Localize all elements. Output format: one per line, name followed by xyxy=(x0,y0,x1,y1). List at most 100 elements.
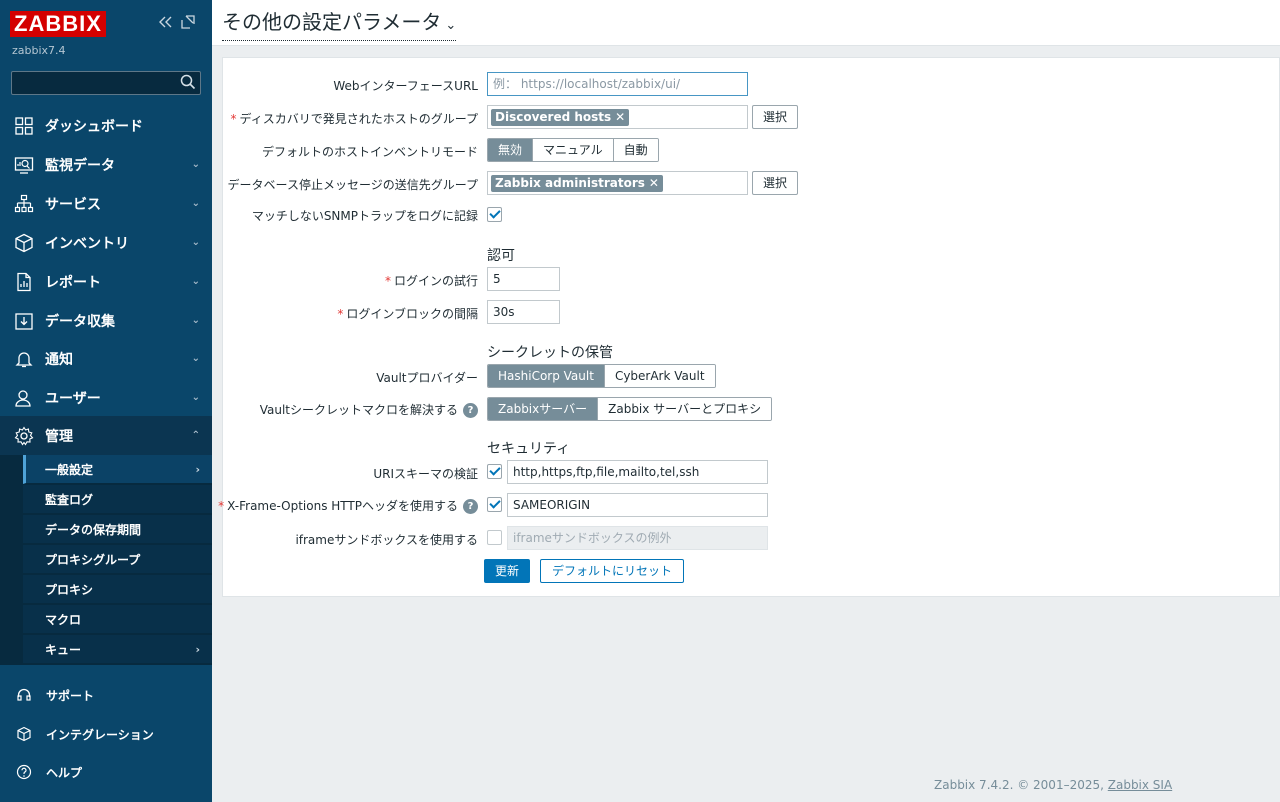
close-icon[interactable]: ✕ xyxy=(649,176,659,190)
footer-text: Zabbix 7.4.2. © 2001–2025, xyxy=(934,778,1108,792)
db-alert-group-select-button[interactable]: 選択 xyxy=(752,171,799,195)
submenu-macros[interactable]: マクロ xyxy=(23,605,212,634)
login-block-label: * ログインブロックの間隔 xyxy=(337,307,478,321)
vault-macro-server[interactable]: Zabbixサーバー xyxy=(488,398,598,420)
vault-provider-label: Vaultプロバイダー xyxy=(376,371,478,385)
headset-icon xyxy=(16,687,32,703)
submenu-housekeeping[interactable]: データの保存期間 xyxy=(23,515,212,544)
login-block-input[interactable]: 30s xyxy=(487,300,560,324)
uri-check-label: URIスキーマの検証 xyxy=(373,467,478,481)
vault-macro-label: Vaultシークレットマクロを解決する? xyxy=(260,401,478,418)
secret-section-title: シークレットの保管 xyxy=(487,345,613,361)
users-icon xyxy=(14,388,34,408)
menu-data-collection[interactable]: データ収集 ⌄ xyxy=(0,301,212,340)
uri-schemes-input[interactable]: http,https,ftp,file,mailto,tel,ssh xyxy=(507,460,768,484)
db-alert-group-label: データベース停止メッセージの送信先グループ xyxy=(227,178,478,192)
iframe-sandbox-checkbox[interactable] xyxy=(487,530,502,545)
iframe-sandbox-input[interactable]: iframeサンドボックスの例外 xyxy=(507,526,768,550)
update-button[interactable]: 更新 xyxy=(484,559,531,583)
discovery-group-select-button[interactable]: 選択 xyxy=(752,105,799,129)
inventory-mode-manual[interactable]: マニュアル xyxy=(532,139,613,161)
settings-form: WebインターフェースURL 例： https://localhost/zabb… xyxy=(218,57,1280,597)
auth-section-title: 認可 xyxy=(487,248,515,264)
discovery-group-label: * ディスカバリで発見されたホストのグループ xyxy=(230,112,478,126)
menu-help[interactable]: ヘルプ xyxy=(0,754,212,790)
footer: Zabbix 7.4.2. © 2001–2025, Zabbix SIA xyxy=(934,778,1172,792)
data-collection-icon xyxy=(14,311,34,331)
db-alert-group-multiselect[interactable]: Zabbix administrators ✕ xyxy=(487,171,748,195)
menu-label: 通知 xyxy=(45,351,73,368)
chevron-right-icon: › xyxy=(195,463,200,476)
inventory-mode-toggle: 無効 マニュアル 自動 xyxy=(487,138,659,162)
zabbix-sia-link[interactable]: Zabbix SIA xyxy=(1108,778,1172,792)
group-chip: Zabbix administrators ✕ xyxy=(491,175,663,192)
chevron-down-icon: ⌄ xyxy=(191,315,200,326)
submenu-proxies[interactable]: プロキシ xyxy=(23,575,212,604)
help-icon[interactable]: ? xyxy=(463,403,478,418)
security-section-title: セキュリティ xyxy=(487,441,571,457)
menu-label: レポート xyxy=(45,274,101,291)
zabbix-logo[interactable]: ZABBIX xyxy=(10,11,106,37)
chevron-down-icon: ⌄ xyxy=(191,276,200,287)
gear-icon xyxy=(14,425,34,446)
submenu-queue[interactable]: キュー › xyxy=(23,635,212,664)
search-input[interactable] xyxy=(11,71,201,95)
web-url-input[interactable]: 例： https://localhost/zabbix/ui/ xyxy=(487,72,748,96)
kiosk-icon[interactable] xyxy=(181,15,196,33)
xframe-input[interactable]: SAMEORIGIN xyxy=(507,493,768,517)
snmp-log-label: マッチしないSNMPトラップをログに記録 xyxy=(251,209,478,223)
page-title-dropdown[interactable]: その他の設定パラメータ ⌄ xyxy=(222,9,457,41)
snmp-log-checkbox[interactable] xyxy=(487,207,502,222)
vault-provider-toggle: HashiCorp Vault CyberArk Vault xyxy=(487,364,716,388)
web-url-label: WebインターフェースURL xyxy=(333,79,478,93)
double-chevron-left-icon[interactable] xyxy=(158,15,174,33)
inventory-mode-disabled[interactable]: 無効 xyxy=(488,139,533,161)
xframe-checkbox[interactable] xyxy=(487,497,502,512)
submenu-audit-log[interactable]: 監査ログ xyxy=(23,485,212,514)
menu-label: データ収集 xyxy=(45,313,115,330)
integrations-icon xyxy=(16,726,32,742)
submenu-general[interactable]: 一般設定 › xyxy=(23,455,212,484)
dashboard-icon xyxy=(14,116,34,136)
inventory-icon xyxy=(14,233,34,253)
vault-provider-cyberark[interactable]: CyberArk Vault xyxy=(603,365,715,387)
submenu-label: プロキシ xyxy=(45,582,94,597)
menu-administration[interactable]: 管理 ⌃ xyxy=(0,416,212,455)
menu-dashboards[interactable]: ダッシュボード xyxy=(0,106,212,145)
search-icon[interactable] xyxy=(180,74,196,93)
group-chip: Discovered hosts ✕ xyxy=(491,109,630,126)
login-attempts-label: * ログインの試行 xyxy=(384,274,478,288)
help-icon[interactable]: ? xyxy=(463,499,478,514)
vault-provider-hashicorp[interactable]: HashiCorp Vault xyxy=(488,365,604,387)
reset-defaults-button[interactable]: デフォルトにリセット xyxy=(540,559,685,583)
server-name: zabbix7.4 xyxy=(12,44,66,57)
submenu-label: プロキシグループ xyxy=(45,552,141,567)
submenu-proxy-groups[interactable]: プロキシグループ xyxy=(23,545,212,574)
menu-alerts[interactable]: 通知 ⌄ xyxy=(0,339,212,378)
menu-reports[interactable]: レポート ⌄ xyxy=(0,262,212,301)
inventory-mode-label: デフォルトのホストインベントリモード xyxy=(261,145,478,159)
uri-check-checkbox[interactable] xyxy=(487,464,502,479)
login-attempts-input[interactable]: 5 xyxy=(487,267,560,291)
discovery-group-multiselect[interactable]: Discovered hosts ✕ xyxy=(487,105,748,129)
menu-users[interactable]: ユーザー ⌄ xyxy=(0,378,212,417)
chevron-right-icon: › xyxy=(195,643,200,656)
menu-services[interactable]: サービス ⌄ xyxy=(0,184,212,223)
menu-label: ヘルプ xyxy=(46,765,83,780)
close-icon[interactable]: ✕ xyxy=(615,110,625,124)
reports-icon xyxy=(14,272,34,292)
submenu-label: データの保存期間 xyxy=(45,522,142,537)
menu-monitoring[interactable]: 監視データ ⌄ xyxy=(0,145,212,184)
help-icon xyxy=(16,764,32,780)
menu-label: 管理 xyxy=(45,428,73,445)
menu-inventory[interactable]: インベントリ ⌄ xyxy=(0,223,212,262)
vault-macro-server-proxy[interactable]: Zabbix サーバーとプロキシ xyxy=(597,398,772,420)
xframe-label: * X-Frame-Options HTTPヘッダを使用する? xyxy=(218,497,478,514)
menu-integrations[interactable]: インテグレーション xyxy=(0,716,212,752)
menu-label: 監視データ xyxy=(45,157,115,174)
inventory-mode-automatic[interactable]: 自動 xyxy=(612,139,658,161)
menu-label: ユーザー xyxy=(45,390,101,407)
chevron-down-icon: ⌄ xyxy=(191,198,200,209)
menu-support[interactable]: サポート xyxy=(0,677,212,713)
submenu-label: マクロ xyxy=(45,612,82,627)
